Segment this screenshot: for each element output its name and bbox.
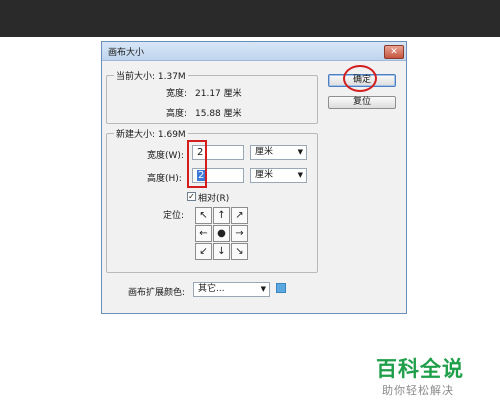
top-dark-bar — [0, 0, 500, 37]
dialog-title: 画布大小 — [108, 48, 145, 58]
anchor-left[interactable]: ← — [195, 225, 212, 242]
anchor-bottom-right[interactable]: ↘ — [231, 243, 248, 260]
annotation-highlight-box — [187, 140, 207, 188]
current-size-legend: 当前大小: 1.37M — [114, 69, 188, 82]
extension-color-select[interactable]: 其它... ▼ — [193, 282, 270, 297]
new-height-label: 高度(H): — [147, 174, 182, 184]
current-height-value: 15.88 厘米 — [195, 109, 242, 119]
close-icon[interactable]: ✕ — [384, 45, 404, 59]
anchor-top[interactable]: ↑ — [213, 207, 230, 224]
new-size-legend: 新建大小: 1.69M — [114, 127, 188, 140]
anchor-right[interactable]: → — [231, 225, 248, 242]
anchor-grid: ↖ ↑ ↗ ← ● → ↙ ↓ ↘ — [195, 207, 249, 261]
width-unit-value: 厘米 — [255, 147, 274, 157]
annotation-highlight-circle — [343, 65, 377, 92]
anchor-top-left[interactable]: ↖ — [195, 207, 212, 224]
current-height-label: 高度: — [166, 109, 188, 119]
extension-color-label: 画布扩展颜色: — [128, 288, 186, 298]
watermark-logo: 百科全说 — [376, 357, 464, 381]
new-width-label: 宽度(W): — [147, 151, 184, 161]
chevron-down-icon: ▼ — [297, 171, 303, 179]
current-width-value: 21.17 厘米 — [195, 89, 242, 99]
relative-label[interactable]: 相对(R) — [198, 191, 229, 204]
anchor-bottom[interactable]: ↓ — [213, 243, 230, 260]
chevron-down-icon: ▼ — [260, 285, 266, 293]
anchor-label: 定位: — [163, 211, 185, 221]
anchor-top-right[interactable]: ↗ — [231, 207, 248, 224]
height-unit-value: 厘米 — [255, 170, 274, 180]
extension-color-value: 其它... — [198, 284, 225, 294]
chevron-down-icon: ▼ — [297, 148, 303, 156]
reset-button[interactable]: 复位 — [328, 96, 396, 109]
height-unit-select[interactable]: 厘米 ▼ — [250, 168, 307, 183]
width-unit-select[interactable]: 厘米 ▼ — [250, 145, 307, 160]
anchor-center[interactable]: ● — [213, 225, 230, 242]
dialog-titlebar[interactable]: 画布大小 ✕ — [102, 42, 406, 61]
extension-color-swatch[interactable] — [276, 283, 286, 293]
current-width-label: 宽度: — [166, 89, 188, 99]
watermark-tagline: 助你轻松解决 — [382, 384, 454, 397]
relative-checkbox[interactable]: ✓ — [187, 192, 196, 201]
anchor-bottom-left[interactable]: ↙ — [195, 243, 212, 260]
